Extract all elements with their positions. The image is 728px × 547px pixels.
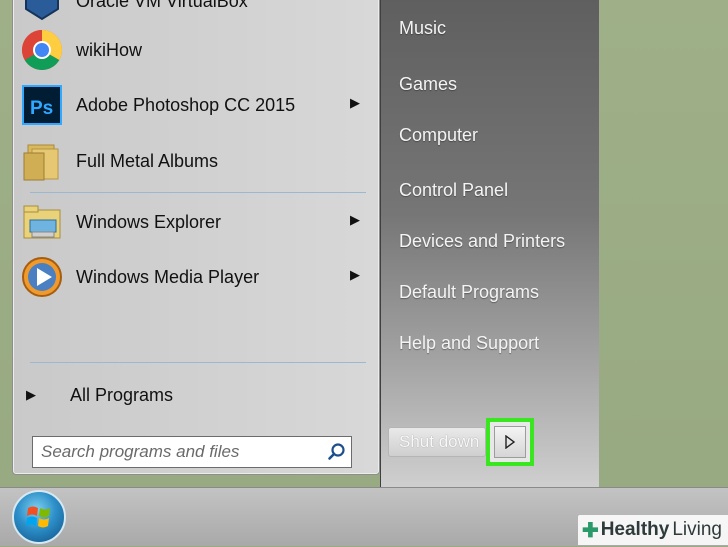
program-item-photoshop[interactable]: Ps Adobe Photoshop CC 2015 ▶ <box>18 80 370 130</box>
program-item-windows-explorer[interactable]: Windows Explorer ▶ <box>18 197 370 247</box>
right-item-music[interactable]: Music <box>399 18 446 39</box>
shutdown-options-button[interactable] <box>494 426 526 458</box>
search-box <box>32 436 352 468</box>
search-icon[interactable] <box>323 438 351 466</box>
menu-separator <box>30 362 366 363</box>
watermark-logo: ✚ Healthy Living <box>577 515 728 545</box>
right-item-games[interactable]: Games <box>399 74 457 95</box>
virtualbox-icon <box>20 0 64 23</box>
watermark-brand-suffix: Living <box>672 519 722 540</box>
chevron-right-icon <box>505 435 516 449</box>
windows-logo-icon <box>26 506 50 528</box>
program-label: Adobe Photoshop CC 2015 <box>76 94 296 115</box>
submenu-arrow-icon: ▶ <box>350 267 360 282</box>
program-label: Full Metal Albums <box>76 150 219 171</box>
submenu-arrow-icon: ▶ <box>350 95 360 110</box>
watermark-brand: Healthy <box>600 519 670 540</box>
program-item-wikihow[interactable]: wikiHow <box>18 25 370 75</box>
program-item-windows-media-player[interactable]: Windows Media Player ▶ <box>18 252 370 302</box>
program-label: Windows Media Player <box>76 266 260 287</box>
start-button[interactable] <box>12 490 66 544</box>
all-programs-label: All Programs <box>70 384 174 405</box>
media-player-icon <box>20 255 64 299</box>
shutdown-options-highlight <box>486 418 534 466</box>
program-label: wikiHow <box>76 39 143 60</box>
plus-icon: ✚ <box>581 519 599 542</box>
menu-separator <box>30 192 366 193</box>
expand-arrow-icon: ▶ <box>26 387 36 402</box>
right-item-devices-and-printers[interactable]: Devices and Printers <box>399 231 565 252</box>
shut-down-button[interactable]: Shut down <box>388 427 486 457</box>
program-item-full-metal-albums[interactable]: Full Metal Albums <box>18 136 370 186</box>
folder-icon <box>20 139 64 183</box>
program-label: Oracle VM VirtualBox <box>76 0 248 11</box>
windows-explorer-icon <box>20 200 64 244</box>
right-item-help-and-support[interactable]: Help and Support <box>399 333 539 354</box>
program-item-virtualbox[interactable]: Oracle VM VirtualBox <box>18 0 370 26</box>
right-item-default-programs[interactable]: Default Programs <box>399 282 539 303</box>
chrome-icon <box>20 28 64 72</box>
all-programs-button[interactable]: ▶ All Programs <box>26 380 366 410</box>
submenu-arrow-icon: ▶ <box>350 212 360 227</box>
program-label: Windows Explorer <box>76 211 222 232</box>
svg-text:Ps: Ps <box>30 98 53 119</box>
right-item-control-panel[interactable]: Control Panel <box>399 180 508 201</box>
right-item-computer[interactable]: Computer <box>399 125 478 146</box>
photoshop-icon: Ps <box>20 83 64 127</box>
search-input[interactable] <box>33 437 323 467</box>
